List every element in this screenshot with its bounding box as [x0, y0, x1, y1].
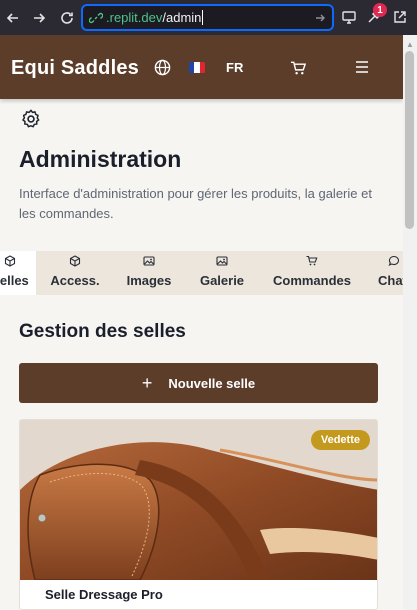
- page-title: Administration: [19, 146, 182, 172]
- cart-icon: [306, 255, 318, 266]
- new-saddle-label: Nouvelle selle: [168, 375, 256, 391]
- saddle-image: Vedette: [20, 420, 377, 580]
- tab-chat[interactable]: Chat: [378, 251, 403, 295]
- open-external-icon[interactable]: [389, 6, 411, 28]
- scroll-up-arrow-icon[interactable]: ▲: [406, 40, 414, 49]
- chat-icon: [388, 255, 399, 267]
- featured-badge: Vedette: [310, 430, 370, 450]
- reload-icon[interactable]: [54, 5, 80, 31]
- address-bar[interactable]: .replit.dev/admin: [81, 4, 334, 31]
- tab-label: Access.: [50, 273, 100, 288]
- url-path: /admin: [162, 10, 202, 25]
- tab-label: Selles: [0, 273, 29, 288]
- menu-icon[interactable]: [354, 60, 370, 74]
- tab-selles[interactable]: Selles: [0, 251, 36, 295]
- globe-icon[interactable]: [153, 58, 171, 76]
- box-icon: [69, 255, 81, 267]
- section-title: Gestion des selles: [19, 321, 186, 342]
- go-arrow-icon[interactable]: [314, 11, 326, 29]
- site-logo[interactable]: Equi Saddles: [11, 57, 139, 80]
- plus-icon: +: [141, 372, 153, 393]
- notification-badge: 1: [373, 3, 387, 17]
- box-icon: [4, 255, 16, 267]
- tab-label: Commandes: [272, 273, 352, 288]
- site-header: Equi Saddles FR: [0, 35, 403, 99]
- product-card[interactable]: Vedette Selle Dressage Pro: [19, 419, 378, 610]
- url-host: .replit.dev: [106, 10, 163, 25]
- french-flag-icon[interactable]: [189, 62, 205, 73]
- tab-label: Galerie: [199, 273, 245, 288]
- product-name: Selle Dressage Pro: [45, 587, 163, 602]
- tab-label: Chat: [378, 273, 403, 288]
- page-description: Interface d'administration pour gérer le…: [19, 186, 372, 221]
- language-selector[interactable]: FR: [226, 60, 243, 75]
- new-saddle-button[interactable]: + Nouvelle selle: [19, 363, 378, 403]
- back-icon[interactable]: [0, 5, 26, 31]
- tab-galerie[interactable]: Galerie: [192, 251, 252, 295]
- tab-images[interactable]: Images: [120, 251, 178, 295]
- link-icon: [89, 12, 103, 23]
- admin-tabs: Selles Access. Images Galerie Commandes …: [0, 251, 403, 295]
- browser-toolbar: .replit.dev/admin 1: [0, 0, 417, 35]
- image-icon: [143, 256, 155, 266]
- device-icon[interactable]: [338, 6, 360, 28]
- settings-gear-icon: [20, 108, 42, 130]
- image-icon: [216, 256, 228, 266]
- tab-commandes[interactable]: Commandes: [266, 251, 358, 295]
- tab-label: Images: [126, 273, 172, 288]
- tab-accessoires[interactable]: Access.: [45, 251, 105, 295]
- scrollbar-thumb[interactable]: [405, 51, 414, 229]
- forward-icon[interactable]: [26, 5, 52, 31]
- cart-icon[interactable]: [289, 59, 307, 76]
